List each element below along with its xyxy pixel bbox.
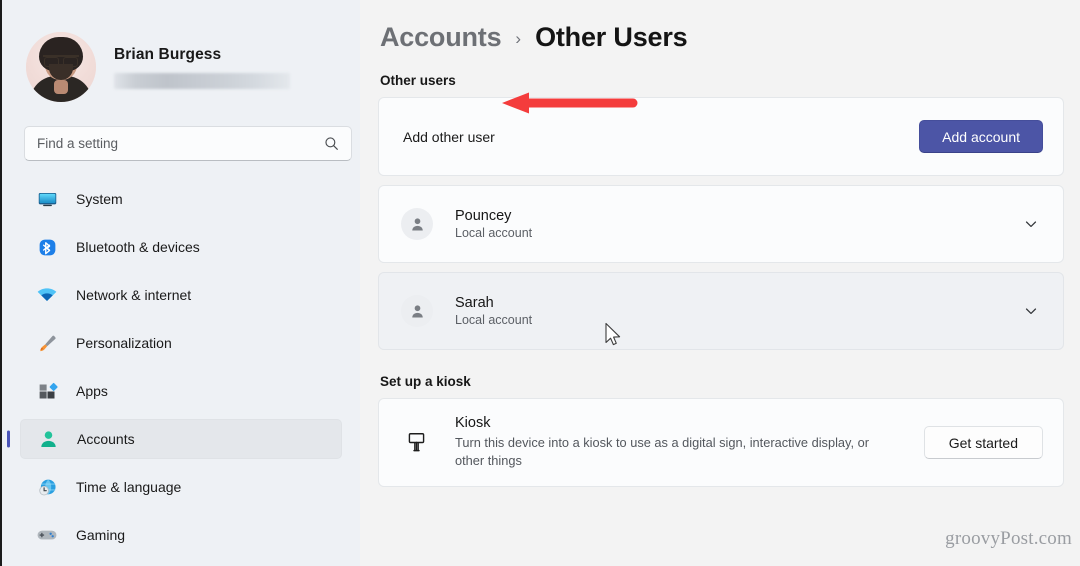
- sidebar-item-network-internet[interactable]: Network & internet: [20, 275, 342, 315]
- sidebar-item-label: Accounts: [77, 431, 135, 447]
- table-row: Sarah Local account: [379, 273, 1063, 349]
- account-name: Pouncey: [455, 208, 512, 224]
- add-other-user-card: Add other user Add account: [378, 97, 1064, 176]
- settings-window: Brian Burgess Find a setting System Blue…: [0, 0, 1080, 566]
- get-started-button[interactable]: Get started: [923, 426, 1043, 460]
- sidebar-item-label: System: [76, 191, 123, 207]
- wifi-icon: [36, 284, 58, 306]
- sidebar: Brian Burgess Find a setting System Blue…: [2, 0, 360, 566]
- breadcrumb-separator-icon: ›: [515, 28, 522, 48]
- sidebar-item-accounts[interactable]: Accounts: [7, 419, 342, 459]
- paintbrush-icon: [36, 332, 58, 354]
- gamepad-icon: [36, 524, 58, 546]
- sidebar-item-label: Gaming: [76, 527, 126, 543]
- account-person-icon: [401, 295, 433, 327]
- account-type: Local account: [455, 226, 533, 240]
- sidebar-nav: System Bluetooth & devices Network & int…: [7, 179, 344, 555]
- kiosk-display-icon: [401, 428, 431, 458]
- sidebar-item-bluetooth-devices[interactable]: Bluetooth & devices: [20, 227, 342, 267]
- sidebar-item-apps[interactable]: Apps: [20, 371, 342, 411]
- profile-email-redacted: [114, 72, 290, 89]
- user-account-card-pouncey[interactable]: Pouncey Local account: [378, 185, 1064, 263]
- sidebar-item-label: Personalization: [76, 335, 172, 351]
- selection-indicator: [7, 430, 10, 448]
- search-input[interactable]: Find a setting: [24, 126, 352, 161]
- sidebar-item-label: Network & internet: [76, 287, 192, 303]
- user-account-card-sarah[interactable]: Sarah Local account: [378, 272, 1064, 350]
- sidebar-item-label: Apps: [76, 383, 108, 399]
- apps-blocks-icon: [36, 380, 58, 402]
- profile-section[interactable]: Brian Burgess: [18, 0, 344, 112]
- person-icon: [37, 428, 59, 450]
- chevron-down-icon[interactable]: [1023, 216, 1041, 232]
- globe-clock-icon: [36, 476, 58, 498]
- sidebar-item-system[interactable]: System: [20, 179, 342, 219]
- section-title-other-users: Other users: [380, 73, 456, 88]
- breadcrumb-parent[interactable]: Accounts: [380, 22, 502, 53]
- search-wrapper: Find a setting: [24, 126, 352, 161]
- page-title: Other Users: [535, 22, 688, 52]
- account-person-icon: [401, 208, 433, 240]
- bluetooth-icon: [36, 236, 58, 258]
- sidebar-item-time-language[interactable]: Time & language: [20, 467, 342, 507]
- account-name: Sarah: [455, 295, 494, 311]
- breadcrumb: Accounts › Other Users: [380, 22, 1064, 53]
- search-icon: [324, 136, 339, 151]
- sidebar-item-personalization[interactable]: Personalization: [20, 323, 342, 363]
- add-other-user-label: Add other user: [403, 128, 495, 145]
- sidebar-item-label: Time & language: [76, 479, 182, 495]
- avatar[interactable]: [26, 32, 96, 102]
- add-account-button[interactable]: Add account: [919, 120, 1043, 153]
- kiosk-name: Kiosk: [455, 415, 491, 431]
- kiosk-card: Kiosk Turn this device into a kiosk to u…: [378, 398, 1064, 488]
- account-type: Local account: [455, 313, 533, 327]
- table-row: Pouncey Local account: [379, 186, 1063, 262]
- chevron-down-icon[interactable]: [1023, 303, 1041, 319]
- kiosk-description: Turn this device into a kiosk to use as …: [455, 435, 869, 469]
- watermark: groovyPost.com: [945, 528, 1072, 549]
- section-title-kiosk: Set up a kiosk: [380, 374, 471, 389]
- main-content: Accounts › Other Users Other users Add o…: [360, 0, 1080, 566]
- search-placeholder: Find a setting: [37, 136, 119, 151]
- system-monitor-icon: [36, 188, 58, 210]
- sidebar-item-gaming[interactable]: Gaming: [20, 515, 342, 555]
- sidebar-item-label: Bluetooth & devices: [76, 239, 200, 255]
- profile-name: Brian Burgess: [114, 45, 222, 63]
